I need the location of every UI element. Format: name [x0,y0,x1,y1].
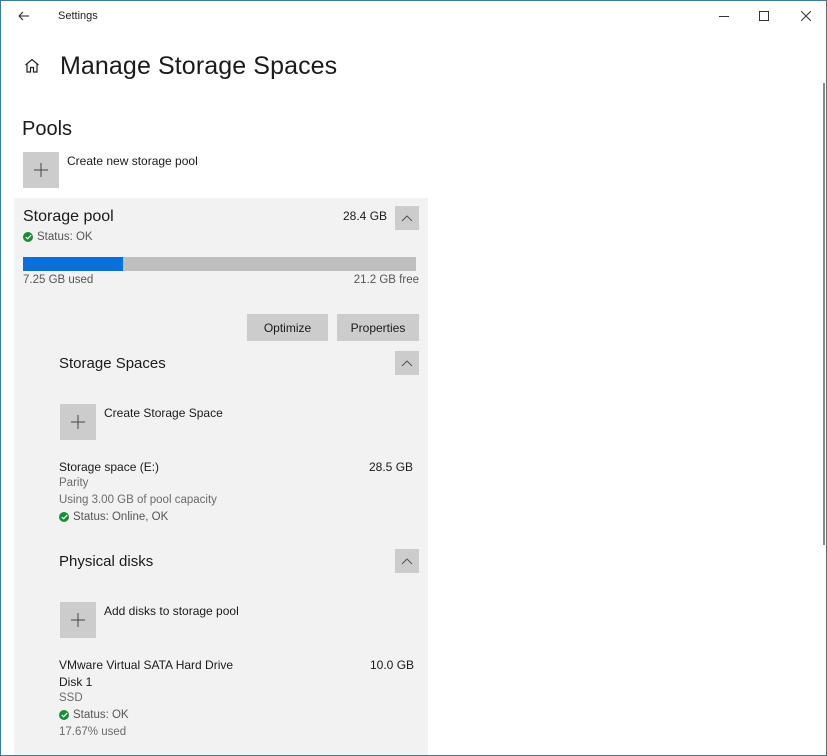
pools-heading: Pools [22,118,73,140]
minimize-icon [719,16,729,17]
maximize-icon [759,11,769,21]
title-bar: Settings [1,1,826,33]
close-button[interactable] [791,5,821,27]
storage-space-size: 28.5 GB [369,460,414,474]
disk-status-text: Status: OK [73,709,129,721]
close-icon [801,11,811,21]
home-icon [25,58,39,73]
pool-status-text: Status: OK [37,231,93,243]
add-disks-button[interactable]: Add disks to storage pool [60,602,239,638]
plus-tile [60,404,96,440]
storage-space-usage: Using 3.00 GB of pool capacity [59,494,217,506]
storage-pool-panel: Storage pool 28.4 GB Status: OK 7.25 GB … [14,198,428,755]
plus-tile [23,152,59,188]
pool-usage-bar [23,257,416,271]
page-title: Manage Storage Spaces [60,52,338,80]
chevron-up-icon [401,558,413,565]
home-button[interactable] [23,57,43,77]
chevron-up-icon [401,215,413,222]
pool-free-label: 21.2 GB free [353,274,419,286]
storage-space-status: Status: Online, OK [59,511,168,523]
physical-disks-collapse-button[interactable] [395,549,419,573]
create-storage-space-label: Create Storage Space [104,406,223,420]
disk-size: 10.0 GB [370,658,415,672]
storage-space-status-text: Status: Online, OK [73,511,169,523]
status-ok-icon [59,710,69,720]
disk-number: Disk 1 [59,675,93,689]
create-storage-pool-button[interactable]: Create new storage pool [23,152,198,188]
create-storage-space-button[interactable]: Create Storage Space [60,404,223,440]
pool-usage-fill [23,257,124,271]
window-title: Settings [58,10,98,22]
back-arrow-icon [18,11,29,21]
back-button[interactable] [13,5,35,27]
disk-name: VMware Virtual SATA Hard Drive [59,658,234,672]
plus-icon [71,415,85,429]
disk-used-percent: 17.67% used [59,726,127,738]
pool-name: Storage pool [23,208,114,225]
storage-space-resiliency: Parity [59,477,89,489]
pool-used-label: 7.25 GB used [23,274,94,286]
plus-tile [60,602,96,638]
pool-collapse-button[interactable] [395,206,419,230]
disk-media-type: SSD [59,692,83,704]
create-storage-pool-label: Create new storage pool [67,154,198,168]
optimize-button[interactable]: Optimize [247,314,328,341]
settings-window: Settings Manage Storage Spaces Pools Cre… [0,0,827,756]
storage-spaces-heading: Storage Spaces [59,355,166,372]
plus-icon [34,163,48,177]
status-ok-icon [23,232,33,242]
add-disks-label: Add disks to storage pool [104,604,239,618]
minimize-button[interactable] [709,5,739,27]
pool-status: Status: OK [23,231,93,243]
status-ok-icon [59,512,69,522]
storage-spaces-collapse-button[interactable] [395,351,419,375]
properties-button[interactable]: Properties [337,314,419,341]
pool-size: 28.4 GB [343,209,388,223]
maximize-button[interactable] [749,5,779,27]
plus-icon [71,613,85,627]
physical-disks-heading: Physical disks [59,553,154,570]
disk-status: Status: OK [59,709,129,721]
vertical-scrollbar[interactable] [823,83,825,545]
storage-space-name: Storage space (E:) [59,460,160,474]
chevron-up-icon [401,360,413,367]
